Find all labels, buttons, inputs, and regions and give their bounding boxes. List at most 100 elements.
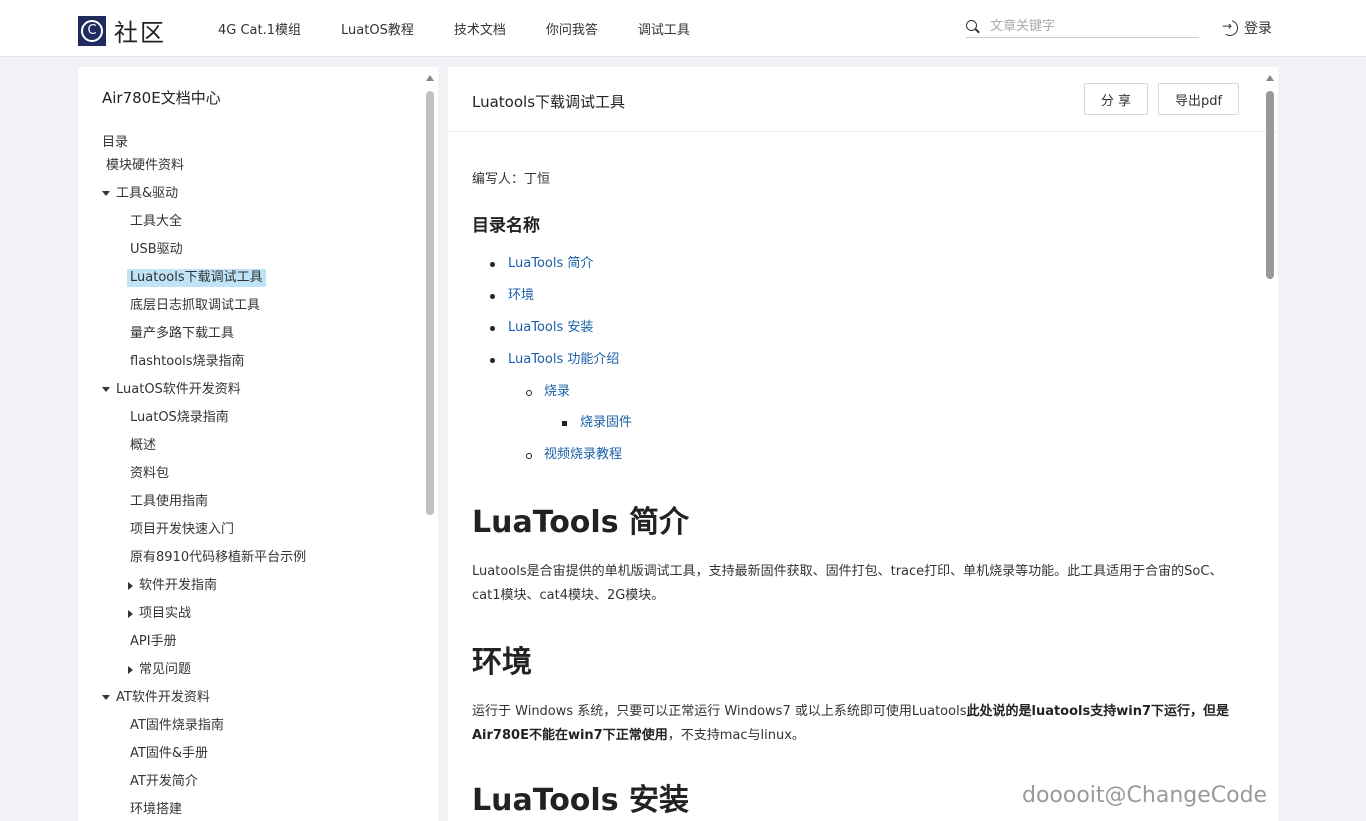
sidebar-item-label: flashtools烧录指南: [130, 354, 245, 369]
sidebar-item[interactable]: AT固件烧录指南: [130, 717, 224, 735]
sidebar-item[interactable]: 软件开发指南: [128, 577, 217, 595]
search-box: [966, 16, 1199, 38]
sidebar-item[interactable]: 工具使用指南: [130, 493, 208, 511]
login-icon: [1222, 20, 1238, 36]
sidebar-item[interactable]: Luatools下载调试工具: [127, 269, 266, 287]
sidebar-item-label: 工具大全: [130, 214, 182, 229]
sidebar-item-label: 项目实战: [139, 606, 191, 621]
scroll-up-icon[interactable]: [1266, 75, 1274, 81]
nav-tech-docs[interactable]: 技术文档: [454, 19, 506, 38]
sidebar-item[interactable]: 项目实战: [128, 605, 191, 623]
sidebar-item[interactable]: 环境搭建: [130, 801, 182, 819]
bullet-disc-icon: [490, 262, 495, 267]
sidebar-scroll-thumb[interactable]: [426, 91, 434, 515]
sidebar-item[interactable]: AT固件&手册: [130, 745, 208, 763]
section-heading-install: LuaTools 安装: [472, 775, 689, 819]
search-input[interactable]: [990, 19, 1190, 34]
main-nav: 4G Cat.1模组 LuatOS教程 技术文档 你问我答 调试工具: [218, 19, 730, 38]
nav-qa[interactable]: 你问我答: [546, 19, 598, 38]
toc-link[interactable]: 视频烧录教程: [544, 446, 622, 464]
sidebar-item-label: 原有8910代码移植新平台示例: [130, 550, 306, 565]
sidebar-item[interactable]: flashtools烧录指南: [130, 353, 245, 371]
author-line: 编写人：丁恒: [472, 168, 550, 187]
bullet-disc-icon: [490, 358, 495, 363]
article-title: Luatools下载调试工具: [472, 91, 625, 112]
article-header: Luatools下载调试工具 分 享 导出pdf: [448, 67, 1278, 132]
bullet-circle-icon: [526, 453, 532, 459]
docs-sidebar: Air780E文档中心 目录模块硬件资料工具&驱动工具大全 USB驱动 Luatoo…: [78, 67, 438, 821]
sidebar-item-label: 底层日志抓取调试工具: [130, 298, 260, 313]
sidebar-item[interactable]: 量产多路下载工具: [130, 325, 234, 343]
caret-down-icon[interactable]: [102, 695, 110, 700]
toc-link[interactable]: LuaTools 功能介绍: [508, 351, 619, 369]
toc-heading: 目录名称: [472, 211, 540, 236]
nav-luatos-tutorial[interactable]: LuatOS教程: [341, 19, 414, 38]
sidebar-item-label: 资料包: [130, 466, 169, 481]
sidebar-item[interactable]: USB驱动: [130, 241, 183, 259]
toc-link[interactable]: 烧录固件: [580, 414, 632, 432]
sidebar-item[interactable]: 项目开发快速入门: [130, 521, 234, 539]
sidebar-item[interactable]: 原有8910代码移植新平台示例: [130, 549, 306, 567]
sidebar-item-label: AT开发简介: [130, 774, 198, 789]
caret-down-icon[interactable]: [102, 387, 110, 392]
nav-debug-tools[interactable]: 调试工具: [638, 19, 690, 38]
logo-icon: C: [78, 16, 106, 46]
article-scroll-thumb[interactable]: [1266, 91, 1274, 279]
sidebar-item-label: AT固件&手册: [130, 746, 208, 761]
sidebar-item-label: 量产多路下载工具: [130, 326, 234, 341]
sidebar-item[interactable]: 资料包: [130, 465, 169, 483]
toc-link[interactable]: 环境: [508, 287, 534, 305]
sidebar-item-label: 软件开发指南: [139, 578, 217, 593]
logo-text: 社区: [114, 13, 166, 48]
sidebar-item[interactable]: LuatOS烧录指南: [130, 409, 229, 427]
bullet-circle-icon: [526, 390, 532, 396]
sidebar-item-label: LuatOS软件开发资料: [116, 382, 241, 397]
section-heading-env: 环境: [472, 637, 532, 681]
sidebar-item-label: 工具&驱动: [116, 186, 178, 201]
sidebar-item[interactable]: 模块硬件资料: [106, 157, 184, 175]
nav-4g-cat1[interactable]: 4G Cat.1模组: [218, 19, 301, 38]
article-panel: Luatools下载调试工具 分 享 导出pdf 编写人：丁恒 目录名称 Lua…: [448, 67, 1278, 821]
env-text: 运行于 Windows 系统，只要可以正常运行 Windows7 或以上系统即可…: [472, 704, 966, 719]
caret-right-icon[interactable]: [128, 582, 133, 590]
sidebar-item[interactable]: 工具大全: [130, 213, 182, 231]
login-label: 登录: [1244, 18, 1272, 38]
section-heading-intro: LuaTools 简介: [472, 497, 689, 541]
sidebar-item[interactable]: API手册: [130, 633, 177, 651]
top-navbar: C 社区 4G Cat.1模组 LuatOS教程 技术文档 你问我答 调试工具 …: [0, 0, 1366, 57]
caret-right-icon[interactable]: [128, 610, 133, 618]
bullet-square-icon: [562, 421, 567, 426]
sidebar-item-label: AT固件烧录指南: [130, 718, 224, 733]
sidebar-item[interactable]: 常见问题: [128, 661, 191, 679]
sidebar-item-label: 模块硬件资料: [106, 158, 184, 173]
article-scrollbar[interactable]: [1266, 75, 1274, 280]
export-pdf-button[interactable]: 导出pdf: [1158, 83, 1239, 115]
toc-link[interactable]: 烧录: [544, 383, 570, 401]
search-icon[interactable]: [966, 20, 980, 34]
sidebar-item[interactable]: 工具&驱动: [102, 185, 178, 203]
sidebar-item[interactable]: 底层日志抓取调试工具: [130, 297, 260, 315]
sidebar-item-label: Luatools下载调试工具: [130, 270, 263, 285]
sidebar-item-label: 目录: [102, 135, 128, 150]
sidebar-scrollbar[interactable]: [426, 75, 434, 515]
env-text-tail: ，不支持mac与linux。: [668, 728, 805, 743]
sidebar-item-label: AT软件开发资料: [116, 690, 210, 705]
site-logo[interactable]: C 社区: [78, 13, 166, 48]
sidebar-item-label: LuatOS烧录指南: [130, 410, 229, 425]
sidebar-item-label: 环境搭建: [130, 802, 182, 817]
sidebar-item[interactable]: AT开发简介: [130, 773, 198, 791]
sidebar-item-label: 概述: [130, 438, 156, 453]
sidebar-item[interactable]: 概述: [130, 437, 156, 455]
toc-link[interactable]: LuaTools 简介: [508, 255, 593, 273]
share-button[interactable]: 分 享: [1084, 83, 1148, 115]
toc-link[interactable]: LuaTools 安装: [508, 319, 593, 337]
login-button[interactable]: 登录: [1222, 18, 1272, 38]
sidebar-item[interactable]: AT软件开发资料: [102, 689, 210, 707]
section-intro-paragraph: Luatools是合宙提供的单机版调试工具，支持最新固件获取、固件打包、trac…: [472, 560, 1242, 608]
sidebar-title: Air780E文档中心: [102, 87, 221, 108]
caret-right-icon[interactable]: [128, 666, 133, 674]
sidebar-item[interactable]: LuatOS软件开发资料: [102, 381, 241, 399]
caret-down-icon[interactable]: [102, 191, 110, 196]
sidebar-item[interactable]: 目录: [102, 134, 128, 152]
scroll-up-icon[interactable]: [426, 75, 434, 81]
